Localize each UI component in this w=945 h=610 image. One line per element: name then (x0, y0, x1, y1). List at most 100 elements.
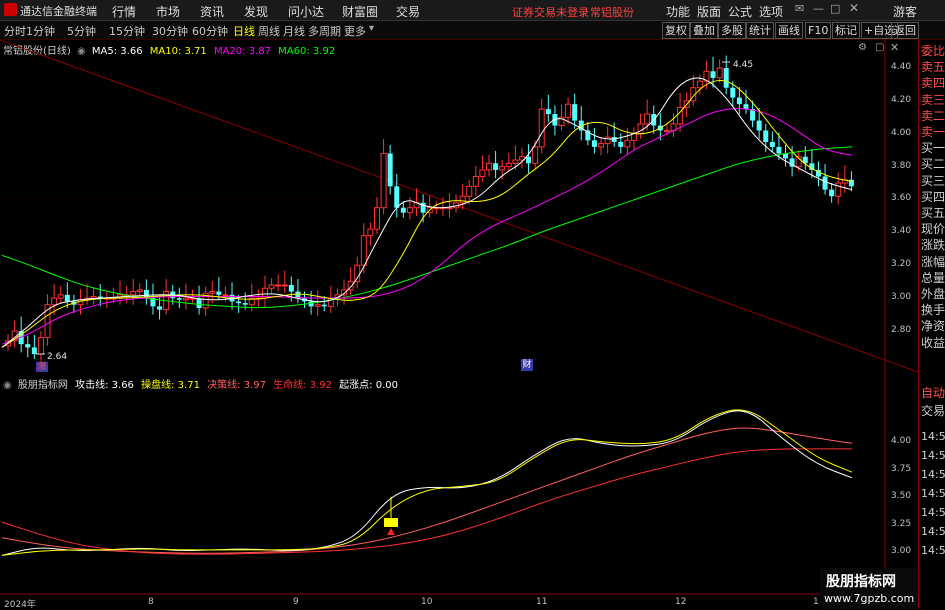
quote-field-label: 现价 (921, 222, 945, 237)
candle-body (373, 207, 380, 230)
period-tab-weekly[interactable]: 周线 (258, 23, 280, 39)
watermark-title: 股朋指标网 (826, 574, 896, 590)
indicator-tick: 3.75 (891, 464, 912, 474)
period-tab-5min[interactable]: 5分钟 (67, 23, 96, 39)
overlay-button[interactable]: 叠加 (690, 22, 718, 39)
maximize-icon[interactable]: □ (830, 2, 840, 15)
minimize-icon[interactable]: — (813, 2, 824, 15)
watermark-url: www.7gpzb.com (824, 592, 915, 605)
menu-item-caifuquan[interactable]: 财富圈 (342, 3, 378, 20)
statistics-button[interactable]: 统计 (746, 22, 774, 39)
candle-body (242, 303, 248, 305)
candle-body (275, 284, 282, 287)
quote-field-label: 外盘 (921, 287, 945, 301)
candle-body (466, 185, 473, 197)
period-tab-15min[interactable]: 15分钟 (109, 23, 145, 39)
candle-body (400, 207, 406, 213)
kline-chart[interactable] (0, 40, 918, 609)
tab-auto[interactable]: 自动 (921, 384, 945, 401)
finance-marker[interactable]: 财 (521, 359, 533, 371)
candle-body (618, 141, 624, 147)
quote-field-label: 涨跌 (921, 238, 945, 253)
candle-body (538, 108, 545, 148)
trade-login-notice[interactable]: 证券交易未登录 (512, 4, 589, 20)
candle-body (314, 304, 321, 307)
candle-body (268, 284, 275, 289)
tick-time: 14:56 (921, 506, 945, 519)
candle-body (446, 207, 453, 210)
back-button[interactable]: 返回 (891, 22, 919, 39)
multi-stock-button[interactable]: 多股 (718, 22, 746, 39)
candle-body (730, 87, 736, 98)
menu-item-wenxiaoda[interactable]: 问小达 (288, 3, 324, 20)
menu-item-xuanxiang[interactable]: 选项 (759, 3, 783, 20)
tick-time: 14:56 (921, 430, 945, 443)
period-tab-60min[interactable]: 60分钟 (192, 23, 228, 39)
menu-item-shichang[interactable]: 市场 (156, 3, 180, 20)
tab-trade[interactable]: 交易 (921, 402, 945, 419)
menu-item-faxian[interactable]: 发现 (244, 3, 268, 20)
quote-field-label: 收益 (921, 335, 945, 350)
candle-body (572, 104, 578, 121)
close-icon[interactable]: ✕ (849, 1, 859, 15)
period-tab-more[interactable]: 更多 (344, 23, 366, 39)
draw-line-button[interactable]: 画线 (775, 22, 803, 39)
watermark: 股朋指标网 www.7gpzb.com (820, 568, 918, 609)
price-tick: 4.40 (891, 62, 912, 72)
quote-field-label: 卖二 (921, 108, 945, 123)
candle-body (25, 344, 31, 348)
period-tab-fenshi[interactable]: 分时 (4, 23, 26, 39)
candle-body (354, 264, 361, 283)
tick-time: 14:56 (921, 487, 945, 500)
price-tick: 3.60 (891, 193, 912, 203)
mark-button[interactable]: 标记 (832, 22, 860, 39)
menu-item-gongneng[interactable]: 功能 (666, 3, 690, 20)
x-tick: 1 (813, 597, 819, 607)
mail-icon[interactable]: ✉ (795, 2, 804, 15)
quote-field-label: 卖一 (921, 125, 945, 139)
guest-login-button[interactable]: 游客 (893, 3, 917, 20)
candle-body (829, 189, 835, 197)
candle-body (776, 146, 782, 154)
candle-body (51, 297, 58, 306)
menu-bar: 通达信金融终端 行情 市场 资讯 发现 问小达 财富圈 交易 证券交易未登录 常… (0, 0, 945, 21)
x-tick: 10 (421, 597, 433, 607)
quote-field-label: 买三 (921, 173, 945, 188)
candle-body (176, 298, 182, 300)
period-tab-multi[interactable]: 多周期 (308, 23, 341, 39)
quote-side-panel: 委比 卖五 卖四 卖三 卖二 卖一 买一 买二 买三 买四 买五 现价 涨跌 涨幅 总量 外盘 换手 净资 收益 自… (918, 40, 945, 609)
period-tab-30min[interactable]: 30分钟 (152, 23, 188, 39)
candle-body (196, 298, 202, 308)
candle-body (624, 139, 631, 148)
candle-body (387, 153, 393, 187)
quote-field-label: 总量 (921, 270, 945, 285)
menu-item-banmian[interactable]: 版面 (697, 3, 721, 20)
candle-body (512, 159, 519, 164)
x-tick: 9 (293, 597, 299, 607)
chevron-down-icon[interactable]: ▾ (369, 23, 374, 34)
tick-time: 14:56 (921, 544, 945, 557)
period-tab-daily[interactable]: 日线 (233, 23, 255, 39)
candle-body (763, 130, 769, 142)
quote-field-label: 涨幅 (921, 254, 945, 269)
tick-time: 14:56 (921, 468, 945, 481)
ma-line-ma60 (1, 146, 853, 309)
candle-body (532, 146, 539, 164)
f10-button[interactable]: F10 (805, 22, 832, 39)
period-tab-monthly[interactable]: 月线 (283, 23, 305, 39)
candle-body (321, 304, 327, 307)
indicator-line (1, 410, 853, 556)
menu-item-zixun[interactable]: 资讯 (200, 3, 224, 20)
menu-item-hangqing[interactable]: 行情 (112, 3, 136, 20)
fuquan-button[interactable]: 复权 (662, 22, 690, 39)
candle-body (604, 136, 611, 145)
quote-field-label: 净资 (921, 319, 945, 334)
candle-body (663, 129, 670, 132)
app-name: 通达信金融终端 (20, 5, 97, 18)
period-tab-1min[interactable]: 1分钟 (26, 23, 55, 39)
candle-body (696, 80, 703, 89)
rise-marker[interactable]: 涨 (36, 362, 48, 372)
menu-item-jiaoyi[interactable]: 交易 (396, 3, 420, 20)
menu-item-gongshi[interactable]: 公式 (728, 3, 752, 20)
candle-body (756, 120, 762, 131)
